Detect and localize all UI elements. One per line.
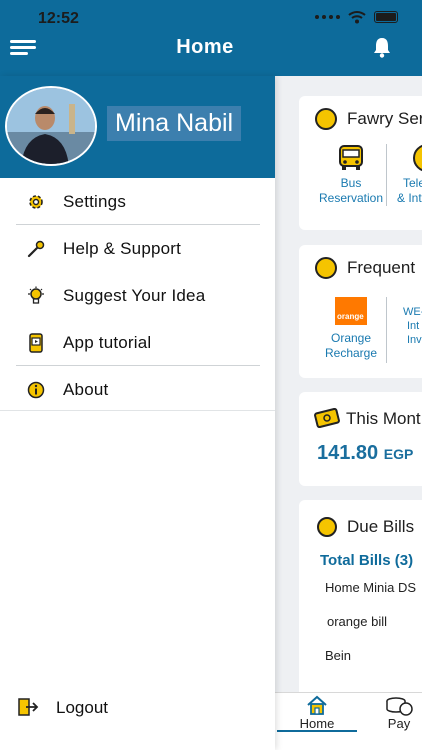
wifi-icon bbox=[348, 11, 366, 24]
notification-bell-icon[interactable] bbox=[372, 36, 392, 58]
orange-logo-text: orange bbox=[337, 312, 364, 321]
we-line3: Inv bbox=[407, 334, 422, 346]
this-month-card: This Mont 141.80 EGP bbox=[299, 392, 422, 486]
menu-label-suggest-idea: Suggest Your Idea bbox=[63, 285, 206, 305]
orange-recharge-line1: Orange bbox=[330, 331, 372, 345]
amount-currency: EGP bbox=[383, 446, 414, 462]
gear-icon bbox=[29, 194, 43, 209]
tutorial-icon bbox=[29, 332, 43, 353]
info-icon bbox=[27, 381, 45, 398]
telecom-line1: Tele bbox=[403, 176, 422, 190]
telecom-icon bbox=[413, 144, 422, 172]
bus-reservation-line2: Reservation bbox=[318, 191, 384, 205]
menu-item-about[interactable]: About bbox=[0, 366, 275, 413]
tab-home-indicator bbox=[277, 730, 357, 732]
this-month-title: This Mont bbox=[346, 409, 421, 428]
user-name: Mina Nabil bbox=[107, 106, 242, 141]
due-bills-icon bbox=[317, 517, 337, 537]
bill-item[interactable]: Bein bbox=[325, 648, 351, 663]
menu-bottom-divider bbox=[0, 410, 275, 411]
menu-item-settings[interactable]: Settings bbox=[0, 178, 275, 225]
bill-item[interactable]: Home Minia DS bbox=[325, 580, 416, 595]
menu-label-app-tutorial: App tutorial bbox=[63, 332, 152, 352]
pay-coins-icon bbox=[386, 697, 413, 716]
bottom-tab-bar: Home Pay bbox=[275, 692, 422, 750]
this-month-amount: 141.80 EGP bbox=[317, 442, 413, 465]
status-icons bbox=[315, 10, 398, 24]
due-bills-title: Due Bills bbox=[347, 517, 415, 536]
menu-label-help-support: Help & Support bbox=[63, 238, 182, 258]
tab-pay[interactable]: Pay bbox=[381, 693, 417, 731]
service-divider bbox=[386, 144, 387, 206]
due-bills-card: Due Bills Total Bills (3) Home Minia DS … bbox=[299, 500, 422, 692]
money-icon bbox=[314, 408, 340, 429]
top-app-bar: 12:52 Home bbox=[0, 0, 422, 76]
we-line2: Int bbox=[407, 320, 420, 332]
fawry-services-icon bbox=[315, 108, 337, 130]
logout-button[interactable]: Logout bbox=[0, 688, 275, 728]
bill-item[interactable]: orange bill bbox=[327, 614, 387, 629]
bus-icon bbox=[339, 145, 363, 170]
we-internet-item[interactable]: WE- Int Inv bbox=[397, 305, 422, 347]
drawer-header: Mina Nabil bbox=[0, 76, 275, 178]
battery-icon bbox=[374, 11, 398, 23]
status-time: 12:52 bbox=[38, 10, 79, 27]
profile-photo bbox=[7, 88, 95, 164]
logout-label: Logout bbox=[56, 698, 108, 717]
frequent-title: Frequent bbox=[347, 258, 416, 277]
wrench-icon bbox=[27, 240, 45, 257]
tab-home-label: Home bbox=[299, 716, 335, 731]
total-bills-link[interactable]: Total Bills (3) bbox=[320, 552, 413, 569]
home-icon bbox=[307, 695, 327, 715]
menu-item-app-tutorial[interactable]: App tutorial bbox=[0, 319, 275, 366]
page-title: Home bbox=[176, 36, 234, 58]
home-content: Fawry Ser Bus Reservation Tele & Int Fre… bbox=[275, 76, 422, 692]
telecom-internet-service[interactable]: Tele & Int bbox=[395, 144, 422, 206]
menu-item-help-support[interactable]: Help & Support bbox=[0, 225, 275, 272]
frequent-divider bbox=[386, 297, 387, 363]
bus-reservation-service[interactable]: Bus Reservation bbox=[309, 144, 393, 206]
avatar[interactable] bbox=[5, 86, 97, 166]
orange-logo: orange bbox=[335, 297, 367, 325]
signal-icon bbox=[315, 15, 340, 19]
telecom-line2: & Int bbox=[397, 191, 422, 205]
amount-value: 141.80 bbox=[317, 442, 379, 464]
menu-label-about: About bbox=[63, 379, 109, 399]
tab-home[interactable]: Home bbox=[275, 693, 359, 732]
frequent-card: Frequent orange Orange Recharge WE- Int … bbox=[299, 245, 422, 378]
orange-recharge-item[interactable]: orange Orange Recharge bbox=[309, 297, 393, 361]
fawry-services-title: Fawry Ser bbox=[347, 109, 422, 128]
frequent-icon bbox=[315, 257, 337, 279]
drawer-menu: Settings Help & Support Suggest Your Ide… bbox=[0, 178, 275, 413]
bus-reservation-line1: Bus bbox=[340, 176, 362, 190]
we-line1: WE- bbox=[403, 306, 422, 318]
logout-icon bbox=[18, 698, 39, 716]
side-drawer: Mina Nabil Settings Help & Support Sugge… bbox=[0, 76, 275, 750]
fawry-services-card: Fawry Ser Bus Reservation Tele & Int bbox=[299, 96, 422, 230]
lightbulb-icon bbox=[28, 286, 44, 304]
orange-recharge-line2: Recharge bbox=[324, 346, 378, 360]
tab-pay-label: Pay bbox=[387, 716, 411, 731]
menu-label-settings: Settings bbox=[63, 191, 127, 211]
menu-item-suggest-idea[interactable]: Suggest Your Idea bbox=[0, 272, 275, 319]
